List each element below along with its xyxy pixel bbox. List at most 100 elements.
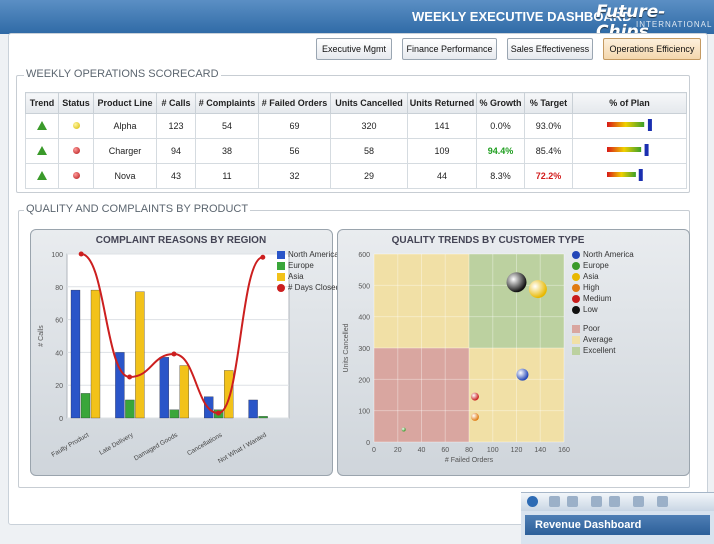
- complaints-cell: 38: [195, 138, 259, 164]
- legend-poor: Poor: [572, 324, 600, 333]
- bar-asia: [90, 289, 101, 419]
- bar-asia: [135, 291, 145, 419]
- taskbar-item-revenue-dashboard[interactable]: Revenue Dashboard: [525, 515, 710, 535]
- plot-area: [66, 253, 290, 419]
- tab-executive-mgmt[interactable]: Executive Mgmt: [316, 38, 392, 60]
- plan-bar: [606, 172, 636, 177]
- failed-orders-cell: 32: [258, 163, 331, 189]
- bar-asia: [224, 370, 234, 419]
- units-cancelled-cell: 320: [330, 113, 408, 139]
- toolbar-icon[interactable]: [567, 496, 578, 507]
- bar-europe: [80, 393, 91, 419]
- legend-europe: Europe: [572, 261, 609, 270]
- x-tick-label: 100: [487, 447, 499, 454]
- plan-bar: [606, 147, 641, 152]
- scatter-point: [470, 392, 479, 401]
- col-complaints: # Complaints: [195, 92, 259, 114]
- x-tick-label: Damaged Goods: [133, 431, 180, 462]
- table-row: Alpha 123 54 69 320 141 0.0% 93.0%: [25, 113, 687, 139]
- plan-bullet-graph: [572, 138, 687, 164]
- plan-bar: [606, 122, 644, 127]
- trend-up-icon: [25, 113, 59, 139]
- tab-operations-efficiency[interactable]: Operations Efficiency: [603, 38, 701, 60]
- units-returned-cell: 141: [407, 113, 477, 139]
- toolbar-icon[interactable]: [657, 496, 668, 507]
- bar-north-america: [159, 357, 169, 419]
- y-tick-label: 100: [358, 409, 370, 416]
- units-cancelled-cell: 58: [330, 138, 408, 164]
- y-tick-label: 400: [358, 315, 370, 322]
- scorecard-table: Trend Status Product Line # Calls # Comp…: [25, 92, 687, 189]
- bar-europe: [169, 409, 179, 419]
- x-tick-label: Late Delivery: [98, 431, 135, 456]
- legend-north-america: North America: [572, 250, 634, 259]
- start-icon[interactable]: [527, 496, 538, 507]
- legend-high: High: [572, 283, 599, 292]
- target-cell: 93.0%: [524, 113, 573, 139]
- tab-finance-performance[interactable]: Finance Performance: [402, 38, 497, 60]
- col-failed-orders: # Failed Orders: [258, 92, 331, 114]
- y-axis-label: Units Cancelled: [343, 323, 350, 372]
- units-returned-cell: 44: [407, 163, 477, 189]
- failed-orders-cell: 56: [258, 138, 331, 164]
- legend-asia: Asia: [277, 272, 304, 281]
- plan-marker: [644, 144, 649, 156]
- legend-asia: Asia: [572, 272, 599, 281]
- tab-sales-effectiveness[interactable]: Sales Effectiveness: [507, 38, 593, 60]
- col-calls: # Calls: [156, 92, 196, 114]
- target-cell: 85.4%: [524, 138, 573, 164]
- x-tick-label: Faulty Product: [50, 432, 90, 459]
- scorecard-header-row: Trend Status Product Line # Calls # Comp…: [25, 92, 687, 114]
- status-indicator-icon: [58, 138, 94, 164]
- x-tick-label: 140: [534, 447, 546, 454]
- scatter-point: [470, 412, 479, 421]
- scatter-point: [506, 272, 527, 293]
- y-tick-label: 100: [51, 252, 63, 259]
- y-axis-label: # Calls: [38, 325, 45, 347]
- taskbar-toolbar: [521, 493, 714, 511]
- y-tick-label: 600: [358, 252, 370, 259]
- y-tick-label: 20: [55, 383, 63, 390]
- col-units-cancelled: Units Cancelled: [330, 92, 408, 114]
- complaint-reasons-chart: COMPLAINT REASONS BY REGION 0 20 40 60 80 100…: [30, 229, 340, 476]
- product-line-cell: Charger: [93, 138, 157, 164]
- col-product-line: Product Line: [93, 92, 157, 114]
- x-tick-label: 40: [418, 447, 426, 454]
- col-percent-of-plan: % of Plan: [572, 92, 687, 114]
- x-tick-label: Not What I Wanted: [217, 431, 268, 465]
- legend-low: Low: [572, 305, 598, 314]
- table-row: Charger 94 38 56 58 109 94.4% 85.4%: [25, 138, 687, 164]
- days-closed-point: [127, 374, 133, 380]
- x-tick-label: Cancellations: [186, 431, 224, 457]
- legend-medium: Medium: [572, 294, 611, 303]
- calls-cell: 43: [156, 163, 196, 189]
- y-tick-label: 60: [55, 318, 63, 325]
- units-returned-cell: 109: [407, 138, 477, 164]
- legend-europe: Europe: [277, 261, 314, 270]
- col-units-returned: Units Returned: [407, 92, 477, 114]
- toolbar-icon[interactable]: [591, 496, 602, 507]
- units-cancelled-cell: 29: [330, 163, 408, 189]
- product-line-cell: Alpha: [93, 113, 157, 139]
- status-indicator-icon: [58, 113, 94, 139]
- toolbar-icon[interactable]: [609, 496, 620, 507]
- x-tick-label: 80: [465, 447, 473, 454]
- toolbar-icon[interactable]: [633, 496, 644, 507]
- bar-north-america: [248, 399, 258, 419]
- plan-marker: [638, 169, 643, 181]
- col-growth: % Growth: [476, 92, 525, 114]
- col-trend: Trend: [25, 92, 59, 114]
- complaints-cell: 11: [195, 163, 259, 189]
- toolbar-icon[interactable]: [549, 496, 560, 507]
- y-tick-label: 500: [358, 283, 370, 290]
- legend-excellent: Excellent: [572, 346, 615, 355]
- growth-cell: 0.0%: [476, 113, 525, 139]
- calls-cell: 123: [156, 113, 196, 139]
- scatter-point: [401, 427, 406, 432]
- trend-up-icon: [25, 138, 59, 164]
- x-tick-label: 0: [372, 447, 376, 454]
- bar-europe: [258, 416, 268, 419]
- plan-bullet-graph: [572, 113, 687, 139]
- growth-cell: 94.4%: [476, 138, 525, 164]
- legend-days-closed: # Days Closed: [277, 283, 340, 292]
